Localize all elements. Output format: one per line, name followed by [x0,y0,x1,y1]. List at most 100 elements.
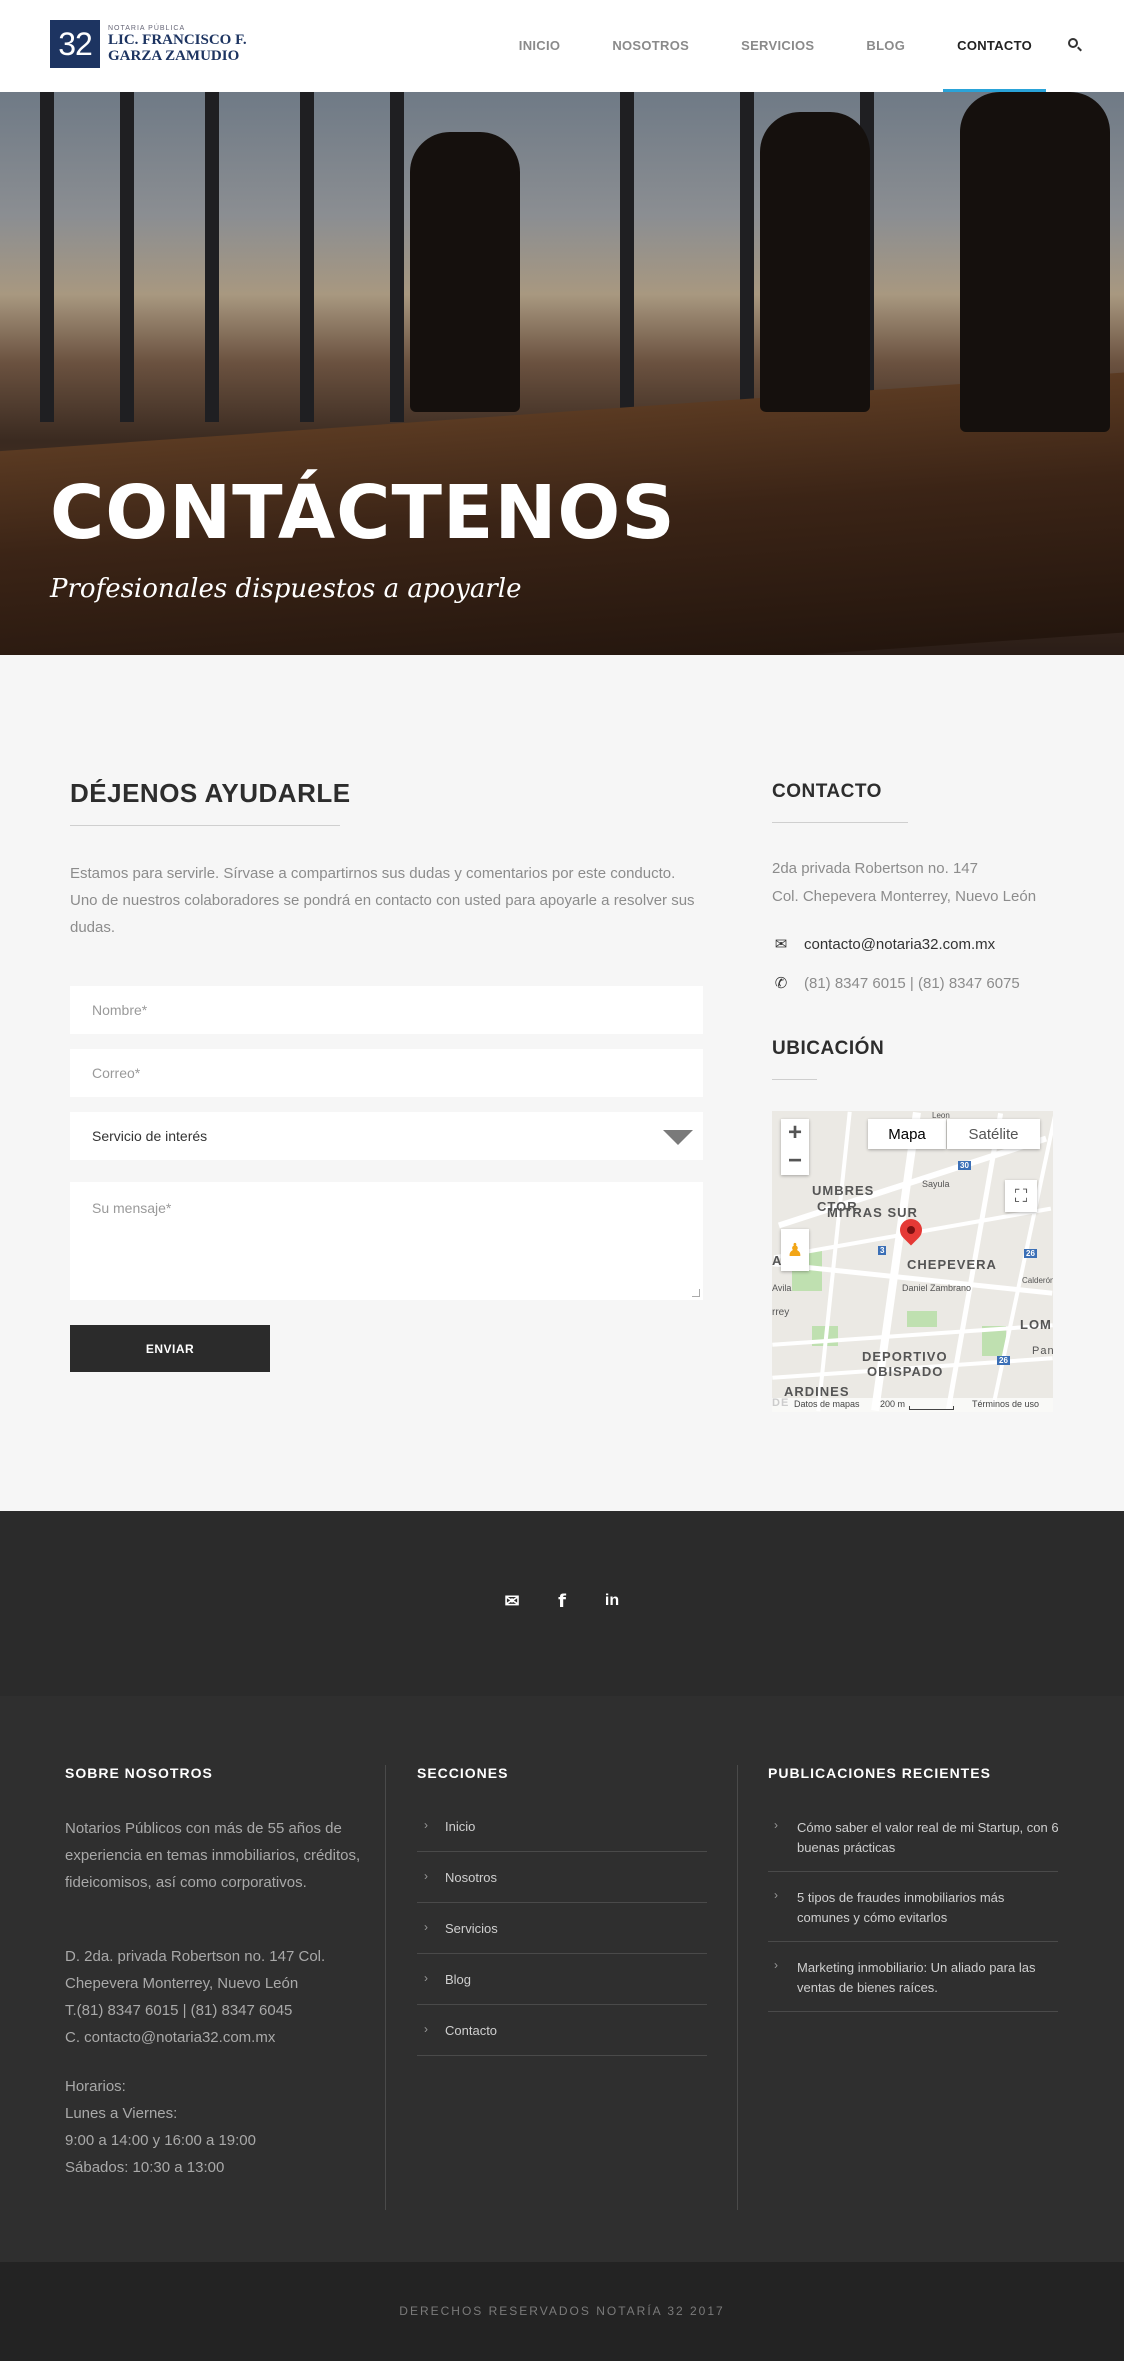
map-type-map-button[interactable]: Mapa [868,1119,946,1149]
map-label: CHEPEVERA [907,1257,997,1272]
nav-servicios[interactable]: SERVICIOS [741,0,814,92]
zoom-in-button[interactable]: + [788,1119,802,1147]
footer-recent-title: PUBLICACIONES RECIENTES [768,1765,991,1781]
email-field[interactable]: Correo* [70,1049,703,1097]
footer-link-divider [768,1941,1058,1942]
message-field[interactable]: Su mensaje* [70,1182,703,1300]
route-shield: 3 [878,1246,887,1255]
recent-post-title-line: buenas prácticas [797,1840,896,1855]
footer-about-title: SOBRE NOSOTROS [65,1765,213,1781]
contact-phone: ✆ (81) 8347 6015 | (81) 8347 6075 [772,974,1020,993]
recent-post-link[interactable]: Marketing inmobiliario: Un aliado para l… [797,1958,1062,1998]
copyright-text: DERECHOS RESERVADOS NOTARÍA 32 2017 [399,2304,725,2318]
zoom-out-button[interactable]: − [788,1147,802,1175]
footer-link-servicios[interactable]: Servicios [445,1921,498,1936]
footer-link-divider [417,1851,707,1852]
envelope-icon[interactable]: ✉ [502,1591,522,1611]
footer-about-text: Notarios Públicos con más de 55 años de … [65,1820,361,1891]
address-line: Col. Chepevera Monterrey, Nuevo León [772,888,1037,905]
site-footer: SOBRE NOSOTROS Notarios Públicos con más… [0,1696,1124,2262]
logo-tagline: NOTARIA PÚBLICA [108,24,186,32]
map-label: MITRAS SUR [827,1205,918,1220]
footer-hours-line: 9:00 a 14:00 y 16:00 a 19:00 [65,2132,256,2149]
recent-post-title-line: 5 tipos de fraudes inmobiliarios más [797,1890,1005,1905]
logo-name-line2: GARZA ZAMUDIO [108,47,240,64]
fullscreen-icon[interactable]: ⛶ [1005,1180,1037,1212]
facebook-icon[interactable]: f [552,1591,572,1612]
chevron-right-icon: › [774,1888,778,1902]
search-icon[interactable] [1068,38,1084,54]
nav-nosotros[interactable]: NOSOTROS [612,0,689,92]
hero-subtitle: Profesionales dispuestos a apoyarle [50,574,522,604]
chevron-right-icon: › [424,2022,428,2036]
phone-text: (81) 8347 6015 | (81) 8347 6075 [804,974,1020,992]
recent-post-title-line: comunes y cómo evitarlos [797,1910,948,1925]
map-label: Sayula [922,1179,950,1189]
location-title: UBICACIÓN [772,1038,885,1059]
route-shield: 26 [997,1356,1010,1365]
map-type-satellite-button[interactable]: Satélite [947,1119,1040,1149]
envelope-icon: ✉ [774,936,788,953]
zoom-controls: + − [781,1119,809,1175]
name-field[interactable]: Nombre* [70,986,703,1034]
service-select[interactable]: Servicio de interés [70,1112,703,1160]
linkedin-icon[interactable]: in [602,1591,622,1611]
footer-link-blog[interactable]: Blog [445,1972,471,1987]
chevron-right-icon: › [774,1958,778,1972]
footer-address-line: C. contacto@notaria32.com.mx [65,2029,276,2046]
contact-address: 2da privada Robertson no. 147 Col. Chepe… [772,855,1036,911]
recent-post-title-line: Cómo saber el valor real de mi Startup, … [797,1820,1059,1835]
title-divider [70,825,340,826]
map-label: OBISPADO [867,1364,944,1379]
social-icons: ✉ f in [0,1591,1124,1612]
location-map[interactable]: UMBRES CTOR MITRAS SUR CHEPEVERA DEPORTI… [772,1111,1053,1412]
chevron-right-icon: › [774,1818,778,1832]
footer-address-line: T.(81) 8347 6015 | (81) 8347 6045 [65,2002,293,2019]
main-nav: INICIO NOSOTROS SERVICIOS BLOG CONTACTO [467,0,1084,92]
map-data-credit: Datos de mapas [794,1399,860,1409]
nav-blog[interactable]: BLOG [866,0,905,92]
social-strip: ✉ f in [0,1511,1124,1696]
footer-link-divider [417,2004,707,2005]
nav-inicio[interactable]: INICIO [519,0,561,92]
footer-link-divider [417,2055,707,2056]
recent-post-link[interactable]: Cómo saber el valor real de mi Startup, … [797,1818,1062,1858]
recent-post-link[interactable]: 5 tipos de fraudes inmobiliarios más com… [797,1888,1062,1928]
chevron-right-icon: › [424,1971,428,1985]
footer-hours-line: Horarios: [65,2078,126,2095]
route-shield: 30 [958,1161,971,1170]
footer-column-divider [385,1765,386,2210]
footer-address: D. 2da. privada Robertson no. 147 Col. C… [65,1943,385,2051]
footer-link-divider [417,1953,707,1954]
map-label: Calderón [1022,1276,1053,1285]
map-footer: Datos de mapas 200 m Términos de uso [772,1398,1053,1412]
footer-sections-title: SECCIONES [417,1765,509,1781]
footer-link-divider [768,1871,1058,1872]
resize-handle[interactable] [692,1289,700,1297]
pegman-icon[interactable]: ♟ [781,1229,809,1271]
footer-link-contacto[interactable]: Contacto [445,2023,497,2038]
contact-title: CONTACTO [772,781,882,802]
copyright-bar: DERECHOS RESERVADOS NOTARÍA 32 2017 [0,2262,1124,2361]
site-logo[interactable]: 32 NOTARIA PÚBLICA LIC. FRANCISCO F. GAR… [50,20,247,68]
map-scale: 200 m [880,1399,906,1409]
footer-link-nosotros[interactable]: Nosotros [445,1870,497,1885]
logo-text: NOTARIA PÚBLICA LIC. FRANCISCO F. GARZA … [108,25,247,64]
footer-hours-line: Lunes a Viernes: [65,2105,178,2122]
contact-email[interactable]: ✉ contacto@notaria32.com.mx [772,935,995,954]
footer-link-inicio[interactable]: Inicio [445,1819,475,1834]
email-text[interactable]: contacto@notaria32.com.mx [804,936,995,953]
message-placeholder: Su mensaje* [92,1200,172,1216]
map-scale-bar [909,1406,954,1410]
chevron-right-icon: › [424,1869,428,1883]
footer-hours-line: Sábados: 10:30 a 13:00 [65,2159,225,2176]
map-terms-link[interactable]: Términos de uso [972,1399,1039,1409]
nav-contacto[interactable]: CONTACTO [943,0,1046,92]
map-label: UMBRES [812,1183,875,1198]
recent-post-title-line: ventas de bienes raíces. [797,1980,938,1995]
send-button[interactable]: ENVIAR [70,1325,270,1372]
recent-post-title-line: Marketing inmobiliario: Un aliado para l… [797,1960,1036,1975]
footer-hours: Horarios: Lunes a Viernes: 9:00 a 14:00 … [65,2073,385,2181]
hero-title: CONTÁCTENOS [50,470,676,556]
contact-divider [772,822,908,823]
